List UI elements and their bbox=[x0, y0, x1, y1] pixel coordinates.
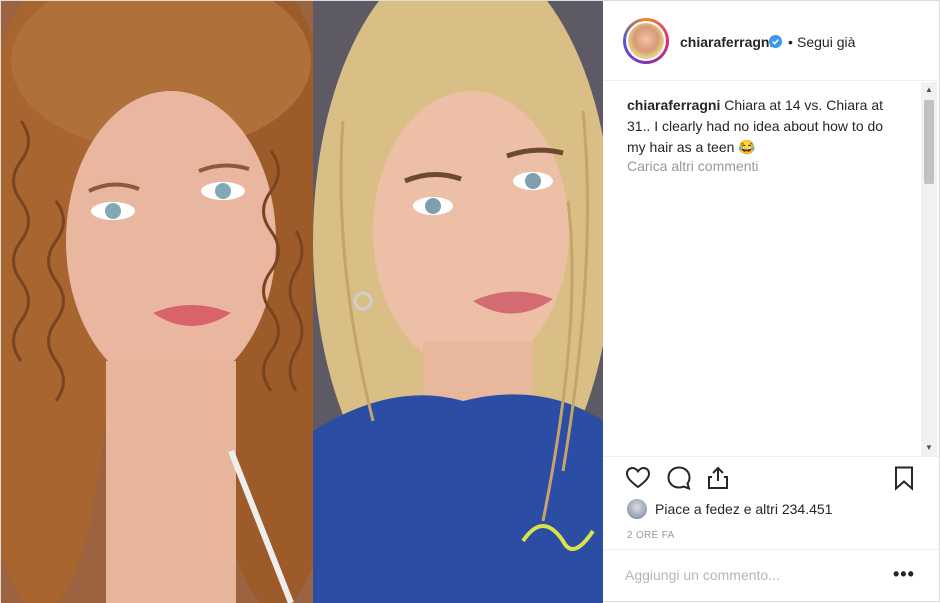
instagram-post: chiaraferragni • Segui già chiaraferragn… bbox=[0, 0, 940, 603]
avatar[interactable] bbox=[626, 21, 666, 61]
scroll-up-arrow-icon[interactable]: ▲ bbox=[921, 82, 937, 98]
post-header: chiaraferragni • Segui già bbox=[603, 1, 939, 81]
header-username[interactable]: chiaraferragni bbox=[680, 34, 773, 50]
heart-icon[interactable] bbox=[625, 465, 651, 491]
post-caption: chiaraferragni Chiara at 14 vs. Chiara a… bbox=[627, 95, 899, 158]
scroll-down-arrow-icon[interactable]: ▼ bbox=[921, 440, 937, 456]
comments-area: chiaraferragni Chiara at 14 vs. Chiara a… bbox=[603, 82, 939, 456]
bookmark-icon[interactable] bbox=[891, 465, 917, 491]
story-ring[interactable] bbox=[623, 18, 669, 64]
load-more-comments[interactable]: Carica altri commenti bbox=[627, 158, 758, 174]
photo-chiara-at-31-illustration bbox=[313, 1, 603, 603]
add-comment-section: ••• bbox=[603, 549, 939, 601]
likes-count[interactable]: Piace a fedez e altri 234.451 bbox=[655, 501, 832, 517]
photo-chiara-at-14-illustration bbox=[1, 1, 313, 603]
share-icon[interactable] bbox=[705, 465, 731, 491]
liker-avatar[interactable] bbox=[627, 499, 647, 519]
photo-chiara-at-14 bbox=[1, 1, 313, 603]
caption-username[interactable]: chiaraferragni bbox=[627, 97, 720, 113]
comment-input[interactable] bbox=[625, 564, 875, 586]
comments-scrollbar[interactable]: ▲ ▼ bbox=[921, 82, 937, 456]
comment-bubble-icon[interactable] bbox=[666, 465, 692, 491]
verified-badge-icon bbox=[769, 35, 782, 48]
header-separator: • bbox=[788, 34, 793, 50]
more-options-button[interactable]: ••• bbox=[893, 564, 915, 585]
following-button[interactable]: Segui già bbox=[797, 34, 855, 50]
post-media[interactable] bbox=[1, 1, 603, 603]
post-timestamp[interactable]: 2 ORE FA bbox=[627, 530, 674, 541]
scroll-thumb[interactable] bbox=[924, 100, 934, 184]
photo-chiara-at-31 bbox=[313, 1, 603, 603]
action-bar bbox=[603, 456, 939, 496]
post-sidebar: chiaraferragni • Segui già chiaraferragn… bbox=[603, 1, 939, 601]
